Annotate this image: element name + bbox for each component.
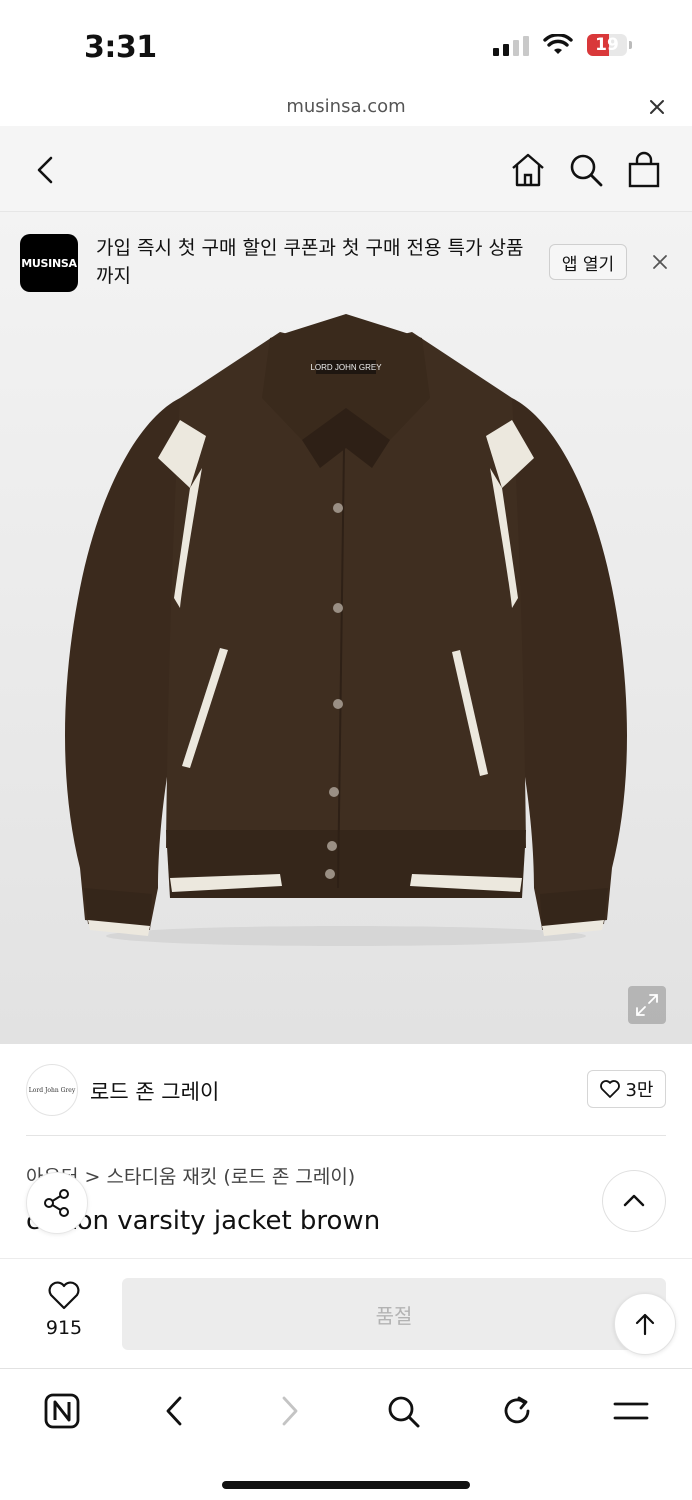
wifi-icon (543, 34, 573, 54)
app-promo-banner[interactable]: MUSINSA 가입 즉시 첫 구매 할인 쿠폰과 첫 구매 전용 특가 상품까… (0, 212, 692, 312)
jacket-label: LORD JOHN GREY (310, 363, 382, 372)
reload-icon (504, 1396, 530, 1424)
close-icon[interactable] (646, 96, 668, 118)
banner-message: 가입 즉시 첫 구매 할인 쿠폰과 첫 구매 전용 특가 상품까지 (96, 237, 524, 287)
open-app-button[interactable]: 앱 열기 (549, 244, 627, 280)
close-icon[interactable] (650, 252, 670, 272)
brand-avatar[interactable]: Lord John Grey (26, 1064, 78, 1116)
search-icon[interactable] (566, 150, 606, 190)
site-header (0, 126, 692, 212)
menu-icon (613, 1402, 649, 1420)
brand-row[interactable]: Lord John Grey 로드 존 그레이 3만 (0, 1044, 692, 1136)
status-indicators: 19 (493, 34, 632, 56)
heart-icon (48, 1281, 80, 1310)
naver-button[interactable] (40, 1389, 84, 1433)
status-time: 3:31 (84, 30, 157, 65)
status-bar: 3:31 19 (0, 0, 692, 90)
brand-like-button[interactable]: 3만 (587, 1070, 666, 1108)
share-icon (44, 1189, 69, 1217)
wishlist-count: 915 (45, 1317, 83, 1339)
browser-search-button[interactable] (381, 1389, 425, 1433)
collapse-button[interactable] (602, 1170, 666, 1232)
search-icon (388, 1396, 420, 1428)
menu-button[interactable] (609, 1389, 653, 1433)
brand-name[interactable]: 로드 존 그레이 (90, 1076, 219, 1106)
heart-icon (600, 1080, 621, 1098)
wishlist-button[interactable]: 915 (32, 1281, 96, 1339)
naver-icon (44, 1393, 80, 1429)
scroll-top-button[interactable] (614, 1293, 676, 1355)
bag-icon[interactable] (624, 150, 664, 190)
browser-forward-button[interactable] (267, 1389, 311, 1433)
battery-icon: 19 (587, 34, 632, 56)
purchase-bar: 915 품절 (0, 1258, 692, 1368)
chevron-up-icon (623, 1194, 645, 1207)
share-button[interactable] (26, 1172, 88, 1234)
soldout-button[interactable]: 품절 (122, 1278, 666, 1350)
browser-toolbar (0, 1368, 692, 1500)
reload-button[interactable] (495, 1389, 539, 1433)
arrow-up-icon (635, 1313, 655, 1336)
url-text[interactable]: musinsa.com (0, 96, 692, 117)
product-hero: MUSINSA 가입 즉시 첫 구매 할인 쿠폰과 첫 구매 전용 특가 상품까… (0, 212, 692, 1044)
signal-icon (493, 34, 529, 56)
product-image[interactable]: LORD JOHN GREY (40, 308, 652, 948)
expand-icon (636, 994, 658, 1016)
back-icon (166, 1396, 182, 1426)
forward-icon (282, 1396, 298, 1426)
battery-level: 19 (595, 35, 619, 55)
musinsa-logo: MUSINSA (20, 234, 78, 292)
browser-url-bar[interactable]: musinsa.com (0, 90, 692, 126)
brand-like-count: 3만 (625, 1080, 654, 1101)
divider (26, 1135, 666, 1136)
breadcrumb-category[interactable]: 스타디움 재킷 (로드 존 그레이) (106, 1166, 355, 1188)
back-icon[interactable] (26, 150, 66, 190)
expand-image-button[interactable] (628, 986, 666, 1024)
home-indicator (222, 1481, 470, 1489)
breadcrumb-separator: > (84, 1166, 101, 1188)
browser-back-button[interactable] (153, 1389, 197, 1433)
home-icon[interactable] (508, 150, 548, 190)
